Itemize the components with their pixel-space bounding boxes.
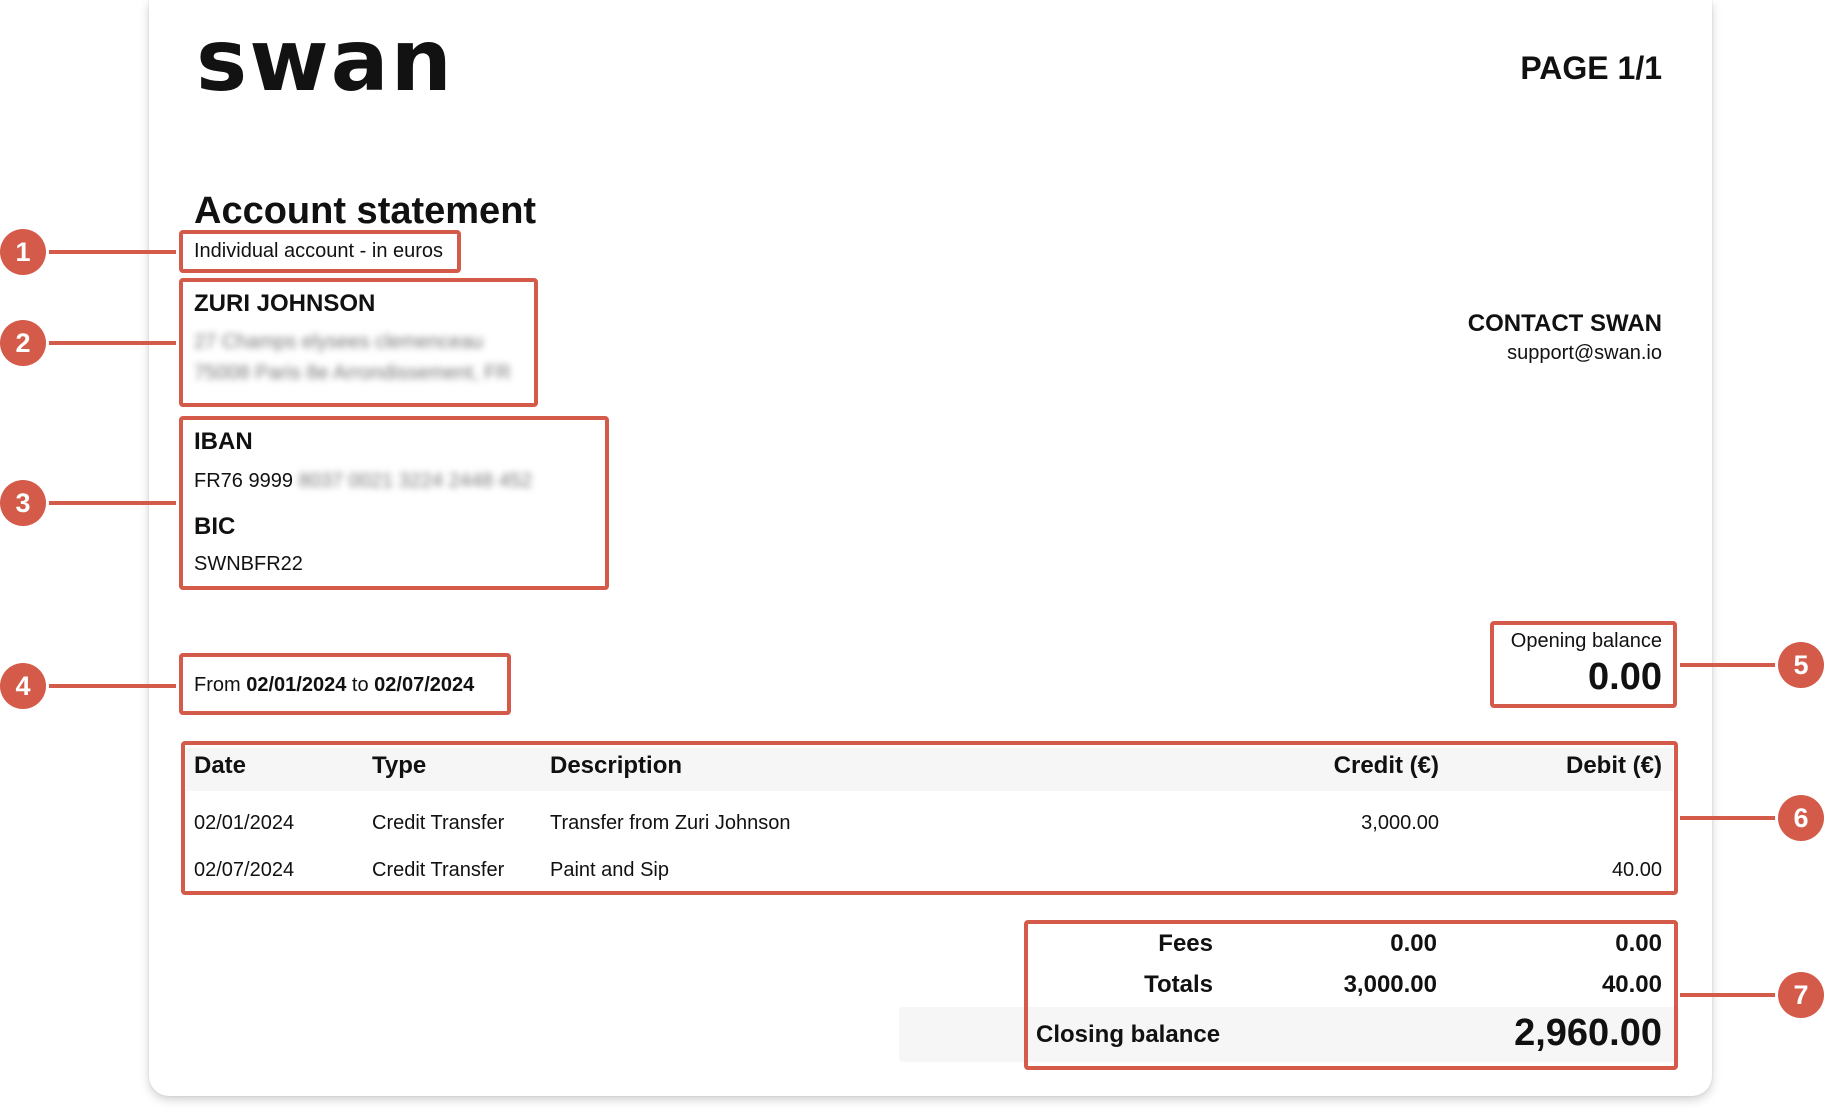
connector-line-5 [1680, 663, 1782, 667]
connector-line-3 [48, 501, 176, 505]
highlight-box-2 [179, 278, 538, 407]
swan-logo: swan [196, 11, 454, 111]
connector-line-6 [1680, 816, 1782, 820]
page-title: Account statement [194, 190, 537, 232]
highlight-box-6 [181, 741, 1678, 895]
contact-email[interactable]: support@swan.io [1507, 342, 1662, 365]
marker-5: 5 [1778, 642, 1824, 688]
marker-6: 6 [1778, 795, 1824, 841]
marker-4: 4 [0, 663, 46, 709]
marker-2: 2 [0, 320, 46, 366]
connector-line-4 [48, 684, 176, 688]
connector-line-7 [1680, 993, 1782, 997]
highlight-box-3 [179, 416, 609, 590]
connector-line-2 [48, 341, 176, 345]
marker-3: 3 [0, 480, 46, 526]
highlight-box-7 [1024, 920, 1678, 1070]
highlight-box-1 [179, 230, 461, 273]
highlight-box-5 [1490, 621, 1677, 708]
page-number: PAGE 1/1 [1520, 50, 1662, 86]
marker-7: 7 [1778, 972, 1824, 1018]
marker-1: 1 [0, 229, 46, 275]
highlight-box-4 [179, 653, 511, 715]
connector-line-1 [48, 250, 176, 254]
contact-title: CONTACT SWAN [1467, 310, 1662, 337]
